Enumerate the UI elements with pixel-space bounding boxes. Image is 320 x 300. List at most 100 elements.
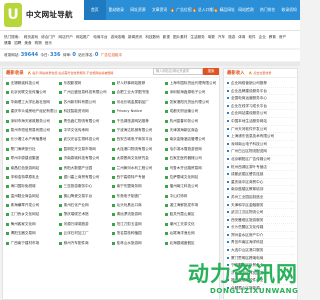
site-link[interactable]: 北海银滩度假区 — [165, 240, 216, 247]
side-list-item[interactable]: 企业品牌建设服务平台 — [227, 88, 294, 96]
site-link[interactable]: 西安古城电子商务平台 — [112, 136, 163, 143]
site-link[interactable]: 武汉光谷生物科技公司 — [59, 136, 110, 143]
tag-link[interactable]: 旅游 — [228, 35, 235, 39]
site-link[interactable]: 中华文化传承网 — [59, 127, 110, 134]
site-link[interactable]: 昆明花卉交易市场网 — [59, 146, 110, 153]
nav-item[interactable]: 酷站收录 — [106, 0, 128, 20]
site-link[interactable]: 长沙湘江水产养殖基地 — [6, 136, 57, 143]
site-link[interactable]: 南昌红色旅游网站 — [6, 165, 57, 172]
site-link[interactable]: 乌鲁木齐丝路贸易网 — [165, 165, 216, 172]
side-list-item[interactable]: 北京朝阳区广告传媒公司 — [227, 156, 294, 164]
site-link[interactable]: 厦门海峡旅行社 — [6, 146, 57, 153]
side-list-item[interactable]: 上海浦东信息技术有限公司 — [227, 133, 294, 141]
site-link[interactable]: 惠州石化产业网 — [59, 202, 110, 209]
site-link[interactable]: 清远漂流旅游网 — [112, 211, 163, 218]
tag-link[interactable]: 美食 — [24, 41, 31, 45]
site-link[interactable]: 云浮石材加工厂 — [59, 230, 110, 237]
tag-link[interactable]: 网站推广 — [76, 35, 90, 39]
site-link[interactable]: 佛山陶瓷交易平台 — [59, 193, 110, 200]
tag-link[interactable]: 科技数码 — [145, 35, 159, 39]
site-link[interactable]: 桂林山水旅游网 — [112, 240, 163, 247]
site-link[interactable]: 千岛湖旅游网站推荐 — [112, 118, 163, 125]
site-link[interactable]: 好人好事网站推荐 — [112, 80, 163, 87]
site-link[interactable]: 科技智能资讯网 — [59, 108, 110, 115]
site-link[interactable]: 哈尔滨冰雪旅游官网 — [165, 146, 216, 153]
site-link[interactable]: 韶关丹霞山景区 — [165, 211, 216, 218]
tag-link[interactable]: 音乐 — [45, 41, 52, 45]
side-panel-badge[interactable]: 🔥 点击这里收录 — [249, 71, 272, 75]
site-link[interactable]: 华南理工大学出版社官网 — [6, 99, 57, 106]
tag-link[interactable]: 母婴 — [208, 35, 215, 39]
nav-item[interactable]: 文章资讯 — [149, 0, 171, 20]
tag-link[interactable]: 健康 — [4, 41, 11, 45]
site-link[interactable]: 福州闽江科技公司 — [165, 183, 216, 190]
tag-link[interactable]: 游戏攻略 — [111, 35, 125, 39]
tag-link[interactable]: 网店开户 — [59, 35, 73, 39]
nav-item[interactable]: 🔥 总入口推荐 — [192, 0, 214, 20]
site-link[interactable]: 汕尾海洋渔业网 — [165, 230, 216, 237]
side-list-item[interactable]: 苏州工业园区制造业 — [227, 194, 294, 202]
tag-link[interactable]: 生活服务 — [190, 35, 204, 39]
site-link[interactable]: 广西南宁建材市场 — [6, 240, 57, 247]
site-link[interactable]: 拉萨雪域文化网站 — [165, 174, 216, 181]
site-link[interactable]: 青岛鑫汇物流有限公司 — [59, 118, 110, 125]
site-link[interactable]: 苏州新材料有限公司 — [59, 99, 110, 106]
side-list-item[interactable]: 大连中山区港口服务 — [227, 247, 294, 255]
site-link[interactable]: 北京优联文化传播公司 — [6, 89, 57, 96]
site-link[interactable]: 济南泉城科技有限公司 — [59, 155, 110, 162]
site-link[interactable]: 揭阳玉器交易网 — [6, 230, 57, 237]
site-link[interactable]: 大连港口物流有限公司 — [112, 146, 163, 153]
site-link[interactable]: 阳江刀剪五金网 — [112, 221, 163, 228]
site-link[interactable]: 河源万绿湖旅游 — [59, 221, 110, 228]
side-list-item[interactable]: 企业网络营销公司推荐 — [227, 80, 294, 88]
site-link[interactable]: 西宁高原特产专营 — [112, 174, 163, 181]
site-link[interactable]: 南京金陵酒店管理公司 — [165, 136, 216, 143]
site-search-input[interactable]: 输入网站名/网址关键词 — [153, 68, 203, 75]
site-link[interactable]: 合肥工业大学图书馆 — [112, 89, 163, 96]
site-link[interactable]: 江门侨乡文化网站 — [6, 211, 57, 218]
side-list-item[interactable]: 西安雁塔区旅游服务 — [227, 217, 294, 225]
nav-item[interactable]: 收录须知 — [278, 0, 300, 20]
site-name[interactable]: 中文网址导航 — [26, 9, 73, 20]
nav-item[interactable]: 热门排名 — [257, 0, 279, 20]
tag-link[interactable]: 体育 — [238, 35, 245, 39]
side-list-item[interactable]: 全国电商运营服务中心 — [227, 95, 294, 103]
site-link[interactable]: 银川塞上商贸有限公司 — [59, 174, 110, 181]
nav-item[interactable]: 🔥 广告位招租 — [170, 0, 192, 20]
site-link[interactable]: 中山灯饰网 — [165, 193, 216, 200]
site-link[interactable]: 南宁东盟商务网 — [112, 183, 163, 190]
site-link[interactable]: 重庆市众诚房地产经纪有限公司 — [6, 108, 57, 115]
side-list-item[interactable]: 广州天河软件开发公司 — [227, 126, 294, 134]
site-link[interactable]: 广州云盛信息科技有限公司 — [59, 89, 110, 96]
site-link[interactable]: 石家庄医药器械公司 — [165, 155, 216, 162]
site-link[interactable]: 海口国际免税城 — [6, 183, 57, 190]
site-link[interactable]: 河北长城金属制品厂 — [112, 99, 163, 106]
side-list-item[interactable]: 中国本地生活服务网站 — [227, 118, 294, 126]
site-link[interactable]: 深圳前海鑫源电子公司 — [165, 89, 216, 96]
site-link[interactable]: 柳州汽车配件商 — [59, 240, 110, 247]
site-link[interactable]: 成都天府运输公司 — [165, 108, 216, 115]
site-link[interactable]: 汕头玩具出口商 — [112, 202, 163, 209]
notice-link[interactable]: 广告位招租中 — [101, 53, 123, 57]
site-link[interactable]: 郑州中原建设集团 — [6, 155, 57, 162]
site-link[interactable]: 三亚旅游服务中心 — [59, 183, 110, 190]
tag-link[interactable]: 购物 — [35, 41, 42, 45]
tag-link[interactable]: 图片素材 — [173, 35, 187, 39]
site-search-button[interactable]: 搜索 — [203, 68, 219, 75]
side-list-item[interactable]: 杭州西湖区茶叶专营店 — [227, 164, 294, 172]
nav-item[interactable]: 网站检测 — [235, 0, 257, 20]
site-link[interactable]: 兰州黄河水利工程公司 — [112, 165, 163, 172]
site-link[interactable]: 天津滨海新区商会 — [165, 127, 216, 134]
side-list-item[interactable]: 武汉江汉区物流公司 — [227, 209, 294, 217]
nav-item[interactable]: 网址资源 — [127, 0, 149, 20]
side-list-item[interactable]: 企业网站建设服务公司 — [227, 110, 294, 118]
side-list-item[interactable]: 南京鼓楼区教育培训 — [227, 186, 294, 194]
tag-link[interactable]: 招聘 — [14, 41, 21, 45]
tag-link[interactable]: 房产 — [279, 35, 286, 39]
nav-item[interactable]: 首页 — [84, 0, 106, 20]
side-list-item[interactable]: 广州白云区物流配送网 — [227, 148, 294, 156]
site-logo[interactable]: U — [4, 3, 22, 27]
site-link[interactable]: 深圳市海天家政服务公司 — [6, 118, 57, 125]
side-list-item[interactable]: 长沙岳麓区文化传媒 — [227, 224, 294, 232]
tag-link[interactable]: 企业 — [259, 35, 266, 39]
